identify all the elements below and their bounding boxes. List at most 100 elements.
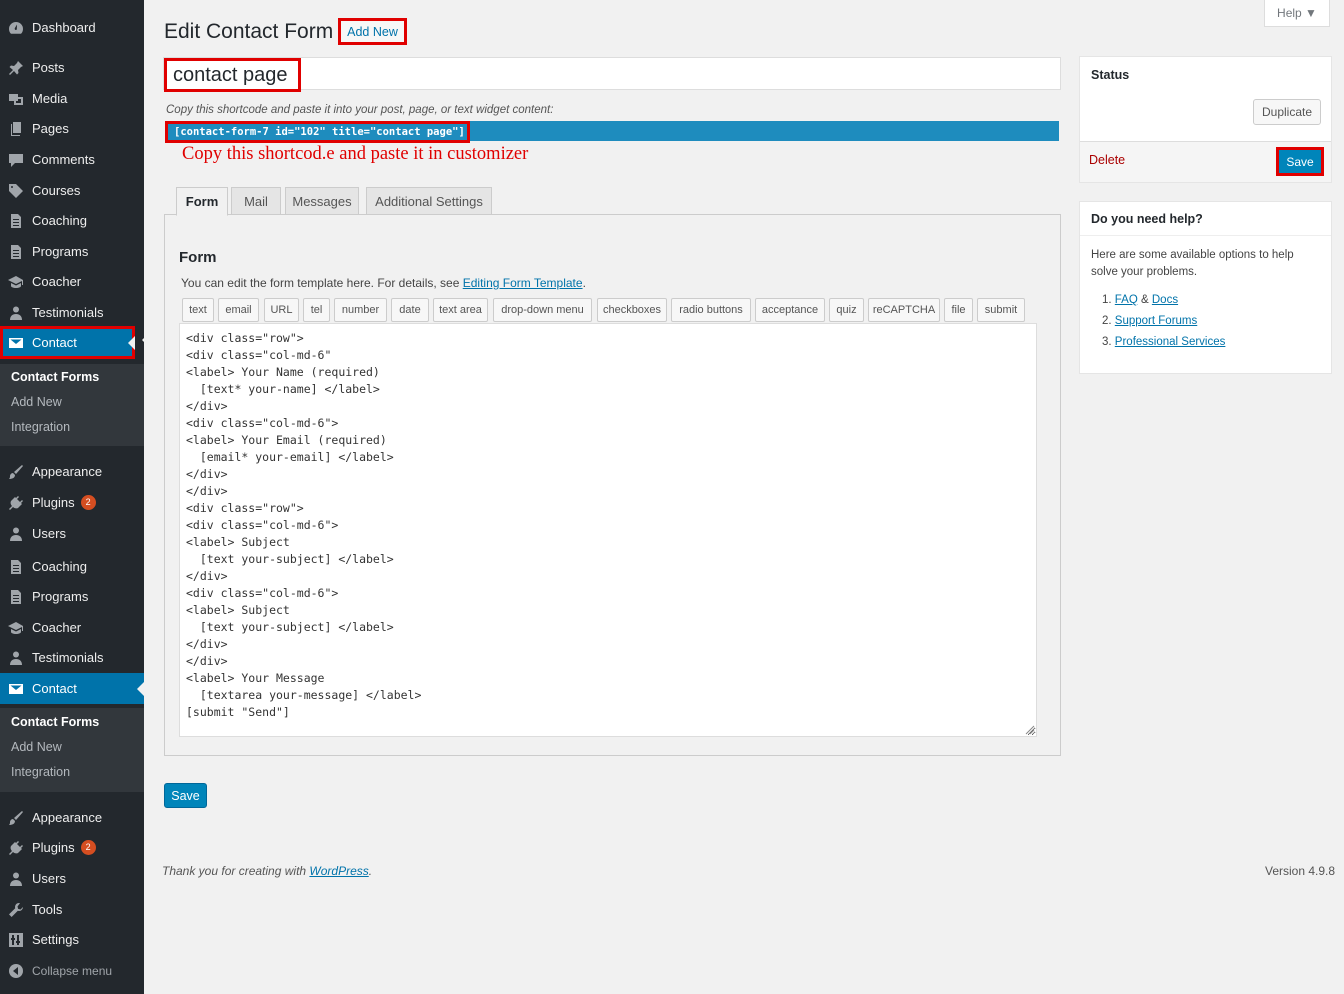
submenu-add-new[interactable]: Add New [0, 390, 144, 415]
menu-programs[interactable]: Programs [0, 236, 144, 267]
tag-email-button[interactable]: email [218, 298, 259, 322]
graduation-cap-icon [8, 274, 24, 290]
menu-label: Coaching [32, 213, 87, 228]
menu-courses[interactable]: Courses [0, 175, 144, 206]
menu-plugins-2[interactable]: Plugins 2 [0, 832, 144, 863]
tab-additional-settings[interactable]: Additional Settings [366, 187, 492, 215]
envelope-icon [8, 681, 24, 697]
help-box-title: Do you need help? [1091, 212, 1203, 226]
menu-coacher-2[interactable]: Coacher [0, 612, 144, 643]
tag-url-button[interactable]: URL [264, 298, 299, 322]
shortcode-field[interactable]: [contact-form-7 id="102" title="contact … [165, 121, 1059, 143]
status-title: Status [1091, 68, 1130, 82]
editing-form-template-link[interactable]: Editing Form Template [463, 276, 583, 290]
menu-label: Testimonials [32, 305, 104, 320]
support-forums-link[interactable]: Support Forums [1115, 315, 1197, 327]
tag-dropdown-button[interactable]: drop-down menu [493, 298, 592, 322]
add-new-button[interactable]: Add New [338, 18, 407, 45]
faq-link[interactable]: FAQ [1115, 294, 1138, 306]
tab-mail[interactable]: Mail [231, 187, 281, 215]
save-button-bottom[interactable]: Save [164, 783, 207, 808]
menu-coaching-2[interactable]: Coaching [0, 551, 144, 582]
shortcode-value: [contact-form-7 id="102" title="contact … [165, 121, 470, 143]
menu-label: Dashboard [32, 20, 96, 35]
submenu-integration[interactable]: Integration [0, 760, 144, 785]
menu-tools[interactable]: Tools [0, 894, 144, 925]
user-icon [8, 871, 24, 887]
menu-collapse[interactable]: Collapse menu [0, 955, 144, 986]
menu-users[interactable]: Users [0, 518, 144, 549]
menu-label: Appearance [32, 810, 103, 825]
tag-quiz-button[interactable]: quiz [829, 298, 864, 322]
menu-contact[interactable]: Contact [0, 326, 135, 359]
footer-version: Version 4.9.8 [1265, 864, 1336, 878]
menu-label: Contact [32, 681, 77, 696]
menu-label: Courses [32, 183, 81, 198]
tag-acceptance-button[interactable]: acceptance [755, 298, 825, 322]
menu-pages[interactable]: Pages [0, 113, 144, 144]
tag-file-button[interactable]: file [944, 298, 973, 322]
menu-testimonials-2[interactable]: Testimonials [0, 642, 144, 673]
tag-textarea-button[interactable]: text area [433, 298, 488, 322]
duplicate-button[interactable]: Duplicate [1253, 99, 1321, 125]
menu-coacher[interactable]: Coacher [0, 266, 144, 297]
pages-icon [8, 121, 24, 137]
resize-grip-icon[interactable] [1024, 724, 1035, 735]
menu-media[interactable]: Media [0, 83, 144, 114]
help-divider [1080, 235, 1331, 236]
settings-sliders-icon [8, 932, 24, 948]
submenu-integration[interactable]: Integration [0, 415, 144, 440]
menu-label: Testimonials [32, 650, 104, 665]
menu-plugins[interactable]: Plugins 2 [0, 487, 144, 518]
delete-link[interactable]: Delete [1089, 153, 1125, 167]
user-icon [8, 526, 24, 542]
menu-appearance[interactable]: Appearance [0, 456, 144, 487]
menu-label: Programs [32, 244, 89, 259]
plug-icon [8, 840, 24, 856]
tag-submit-button[interactable]: submit [977, 298, 1025, 322]
menu-coaching[interactable]: Coaching [0, 205, 144, 236]
menu-comments[interactable]: Comments [0, 144, 144, 175]
form-title-input[interactable]: contact page [163, 57, 1061, 92]
menu-posts[interactable]: Posts [0, 52, 144, 83]
submenu-contact-forms[interactable]: Contact Forms [0, 710, 144, 735]
tag-checkboxes-button[interactable]: checkboxes [597, 298, 667, 322]
update-count-badge: 2 [80, 495, 96, 510]
tag-tel-button[interactable]: tel [303, 298, 330, 322]
save-button[interactable]: Save [1276, 147, 1324, 176]
tab-messages[interactable]: Messages [285, 187, 359, 215]
form-section-heading: Form [179, 249, 217, 266]
professional-services-link[interactable]: Professional Services [1115, 336, 1226, 348]
list-number: 1. [1102, 294, 1112, 306]
tag-radio-buttons-button[interactable]: radio buttons [671, 298, 751, 322]
menu-appearance-2[interactable]: Appearance [0, 802, 144, 833]
menu-contact-2[interactable]: Contact [0, 673, 144, 704]
ampersand: & [1137, 294, 1152, 306]
tag-text-button[interactable]: text [182, 298, 214, 322]
menu-programs-2[interactable]: Programs [0, 581, 144, 612]
menu-users-2[interactable]: Users [0, 863, 144, 894]
footer-thanks: Thank you for creating with WordPress. [162, 864, 372, 878]
form-template-editor[interactable]: <div class="row"> <div class="col-md-6" … [179, 323, 1037, 737]
menu-label: Coacher [32, 274, 82, 289]
tag-recaptcha-button[interactable]: reCAPTCHA [868, 298, 940, 322]
paintbrush-icon [8, 810, 24, 826]
tab-form[interactable]: Form [176, 187, 228, 216]
menu-dashboard[interactable]: Dashboard [0, 12, 144, 43]
paintbrush-icon [8, 464, 24, 480]
tag-number-button[interactable]: number [334, 298, 387, 322]
contact-submenu-2: Contact Forms Add New Integration [0, 708, 144, 792]
graduation-cap-icon [8, 620, 24, 636]
docs-link[interactable]: Docs [1152, 294, 1178, 306]
help-tab-button[interactable]: Help ▼ [1264, 0, 1330, 27]
tag-icon [8, 183, 24, 199]
menu-settings[interactable]: Settings [0, 924, 144, 955]
document-icon [8, 213, 24, 229]
menu-label: Programs [32, 589, 89, 604]
submenu-contact-forms[interactable]: Contact Forms [0, 365, 144, 390]
tag-date-button[interactable]: date [391, 298, 429, 322]
menu-testimonials[interactable]: Testimonials [0, 297, 144, 328]
menu-label: Collapse menu [32, 963, 113, 978]
wordpress-link[interactable]: WordPress [309, 864, 368, 878]
submenu-add-new[interactable]: Add New [0, 735, 144, 760]
